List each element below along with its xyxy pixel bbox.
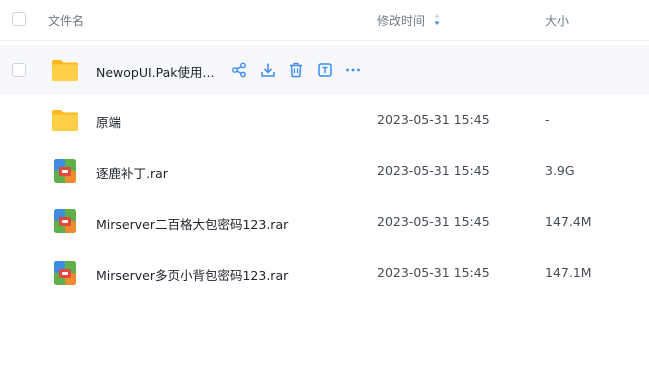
name-column-header[interactable]: 文件名 (48, 12, 84, 29)
modified-date: 2023-05-31 15:45 (377, 214, 490, 229)
more-icon[interactable] (344, 61, 362, 79)
file-size: 147.1M (545, 265, 592, 280)
table-row[interactable]: Mirserver二百格大包密码123.rar 2023-05-31 15:45… (0, 195, 649, 245)
file-name[interactable]: Mirserver二百格大包密码123.rar (96, 214, 288, 233)
archive-icon (54, 261, 76, 285)
file-size: 147.4M (545, 214, 592, 229)
file-name[interactable]: NewopUI.Pak使用... (96, 62, 214, 81)
table-row[interactable]: 逐鹿补丁.rar 2023-05-31 15:45 3.9G (0, 145, 649, 195)
file-name[interactable]: 逐鹿补丁.rar (96, 163, 168, 182)
share-icon[interactable] (230, 61, 248, 79)
row-checkbox[interactable] (12, 63, 26, 77)
file-name[interactable]: Mirserver多页小背包密码123.rar (96, 265, 288, 284)
modified-date: 2023-05-31 15:45 (377, 163, 490, 178)
sort-desc-icon[interactable] (433, 13, 441, 26)
file-name[interactable]: 原端 (96, 112, 121, 131)
file-size: - (545, 112, 550, 127)
modified-column-header[interactable]: 修改时间 (377, 12, 425, 29)
modified-date: 2023-05-31 15:45 (377, 112, 490, 127)
modified-date: 2023-05-31 15:45 (377, 265, 490, 280)
table-row[interactable]: 原端 2023-05-31 15:45 - (0, 95, 649, 145)
download-icon[interactable] (259, 61, 277, 79)
table-row[interactable]: NewopUI.Pak使用... (0, 45, 649, 95)
rename-icon[interactable] (316, 61, 334, 79)
delete-icon[interactable] (287, 61, 305, 79)
archive-icon (54, 159, 76, 183)
size-column-header[interactable]: 大小 (545, 12, 569, 29)
table-row[interactable]: Mirserver多页小背包密码123.rar 2023-05-31 15:45… (0, 245, 649, 295)
select-all-checkbox[interactable] (12, 12, 26, 26)
folder-icon (52, 60, 78, 81)
archive-icon (54, 209, 76, 233)
folder-icon (52, 110, 78, 131)
file-size: 3.9G (545, 163, 575, 178)
file-list-header: 文件名 修改时间 大小 (0, 0, 649, 41)
file-list-page: 文件名 修改时间 大小 NewopUI.Pak使用... 原端 2023-05-… (0, 0, 649, 377)
